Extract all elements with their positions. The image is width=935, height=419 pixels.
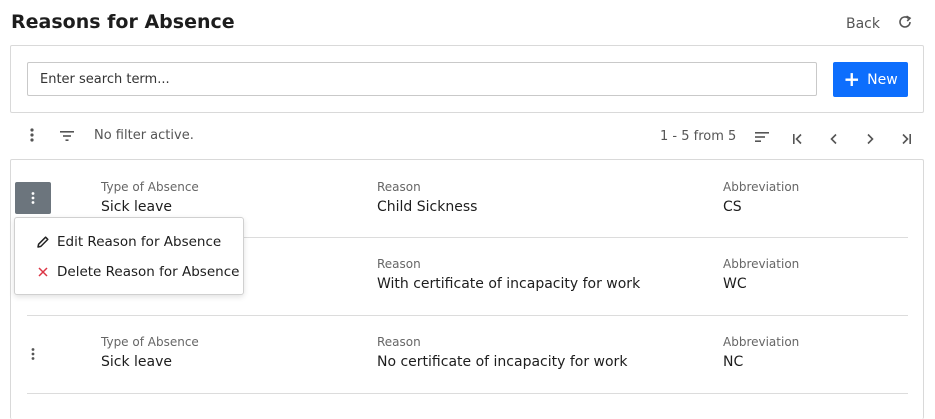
edit-reason-label: Edit Reason for Absence — [57, 234, 222, 250]
row-menu-button[interactable] — [15, 338, 51, 370]
previous-page-icon[interactable] — [828, 130, 840, 149]
cell-abbreviation: Abbreviation CS — [723, 180, 799, 215]
filter-status: No filter active. — [94, 128, 194, 143]
reason-value: No certificate of incapacity for work — [377, 354, 628, 370]
pagination-info: 1 - 5 from 5 — [660, 129, 737, 144]
refresh-icon[interactable] — [897, 14, 915, 32]
cell-type: Type of Absence Sick leave — [101, 180, 199, 215]
cell-reason: Reason Child Sickness — [377, 180, 477, 215]
column-label-abbreviation: Abbreviation — [723, 180, 800, 194]
cell-reason: Reason No certificate of incapacity for … — [377, 335, 627, 370]
reason-value: With certificate of incapacity for work — [377, 276, 641, 292]
edit-reason-menu-item[interactable]: Edit Reason for Absence — [15, 228, 243, 256]
column-label-reason: Reason — [377, 335, 421, 349]
first-page-icon[interactable] — [791, 130, 805, 149]
new-button[interactable]: + New — [833, 62, 908, 97]
plus-icon: + — [843, 66, 861, 91]
close-icon — [35, 266, 50, 278]
abbreviation-value: NC — [723, 354, 744, 370]
column-label-abbreviation: Abbreviation — [723, 335, 800, 349]
reason-value: Child Sickness — [377, 199, 478, 215]
sort-icon[interactable] — [754, 129, 770, 148]
delete-reason-menu-item[interactable]: Delete Reason for Absence — [15, 258, 243, 286]
new-button-label: New — [867, 71, 898, 88]
more-vertical-icon[interactable] — [26, 127, 38, 147]
next-page-icon[interactable] — [864, 130, 876, 149]
column-label-reason: Reason — [377, 180, 421, 194]
abbreviation-value: WC — [723, 276, 747, 292]
table-row[interactable]: Type of Absence Sick leave Reason No cer… — [27, 316, 908, 394]
pencil-icon — [35, 235, 50, 249]
column-label-type: Type of Absence — [101, 335, 199, 349]
filter-icon[interactable] — [59, 128, 75, 147]
list-toolbar: No filter active. 1 - 5 from 5 — [0, 120, 935, 152]
abbreviation-value: CS — [723, 199, 742, 215]
column-label-reason: Reason — [377, 257, 421, 271]
cell-reason: Reason With certificate of incapacity fo… — [377, 257, 640, 292]
cell-abbreviation: Abbreviation WC — [723, 257, 799, 292]
page-header: Reasons for Absence Back — [0, 0, 935, 44]
type-value: Sick leave — [101, 199, 173, 215]
type-value: Sick leave — [101, 354, 173, 370]
search-input[interactable] — [27, 62, 817, 96]
back-button[interactable]: Back — [846, 16, 880, 32]
page-title: Reasons for Absence — [11, 11, 235, 33]
row-menu-button[interactable] — [15, 182, 51, 214]
column-label-abbreviation: Abbreviation — [723, 257, 800, 271]
delete-reason-label: Delete Reason for Absence — [57, 264, 240, 280]
row-context-menu: Edit Reason for Absence Delete Reason fo… — [14, 217, 244, 295]
cell-abbreviation: Abbreviation NC — [723, 335, 799, 370]
last-page-icon[interactable] — [899, 130, 913, 149]
search-panel: + New — [10, 45, 924, 113]
cell-type: Type of Absence Sick leave — [101, 335, 199, 370]
column-label-type: Type of Absence — [101, 180, 199, 194]
